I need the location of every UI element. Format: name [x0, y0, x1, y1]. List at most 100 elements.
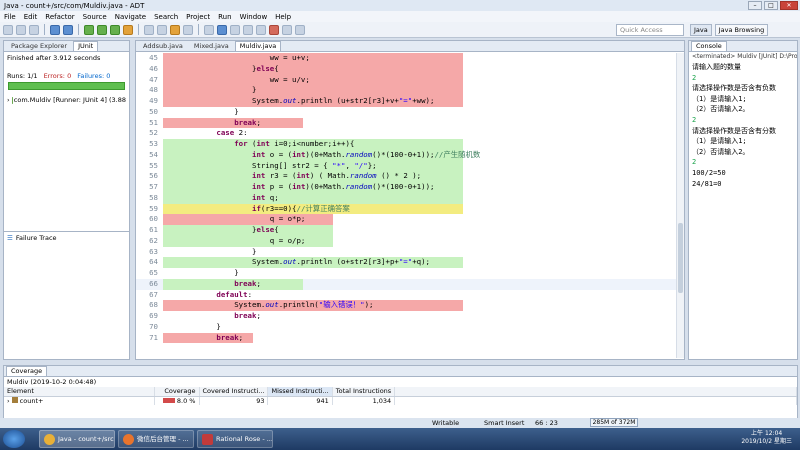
menu-source[interactable]: Source [83, 13, 107, 21]
search-icon[interactable] [183, 24, 193, 35]
toggle-mark-icon[interactable] [204, 24, 214, 35]
menu-file[interactable]: File [4, 13, 16, 21]
code-line[interactable]: 56 int r3 = (int) ( Math.random () * 2 )… [136, 171, 684, 182]
console-line: （1）是请输入1; [692, 94, 747, 103]
next-annotation-icon[interactable] [243, 24, 253, 35]
new-icon[interactable] [3, 24, 13, 35]
firefox-icon [123, 433, 134, 445]
code-line[interactable]: 45 ww = u+v; [136, 53, 684, 64]
code-line[interactable]: 46 }else{ [136, 63, 684, 75]
code-line[interactable]: 69 break; [136, 311, 684, 322]
menu-search[interactable]: Search [154, 13, 178, 21]
tab-addsub[interactable]: Addsub.java [138, 41, 188, 51]
taskbar-item-browser[interactable]: 微信后台管理 - ... [118, 430, 194, 448]
new-package-icon[interactable] [144, 24, 154, 35]
code-line[interactable]: 71 break; [136, 332, 684, 344]
quick-access-input[interactable]: Quick Access [616, 24, 684, 36]
open-type-icon[interactable] [170, 24, 180, 35]
col-missed[interactable]: Missed Instructi... [267, 387, 333, 397]
line-number: 55 [149, 160, 158, 170]
code-text: int p = (int)(0+Math.random()*(100-0+1))… [252, 182, 435, 191]
code-line[interactable]: 60 q = o*p; [136, 214, 684, 225]
code-line[interactable]: 65 } [136, 268, 684, 279]
col-covered[interactable]: Covered Instructi... [199, 387, 269, 397]
last-edit-icon[interactable] [269, 24, 279, 35]
debug-icon[interactable] [84, 24, 94, 35]
tab-muldiv[interactable]: Muldiv.java [234, 41, 282, 51]
minimize-button[interactable]: – [748, 1, 762, 10]
line-number: 48 [149, 85, 158, 95]
tab-console[interactable]: Console [691, 41, 727, 51]
toggle-block-icon[interactable] [217, 24, 227, 35]
code-line[interactable]: 63 } [136, 247, 684, 258]
col-total[interactable]: Total Instructions [332, 387, 396, 397]
status-bar: Writable Smart Insert 66 : 23 [0, 418, 800, 428]
col-coverage[interactable]: Coverage [154, 387, 200, 397]
forward-icon[interactable] [295, 24, 305, 35]
code-line[interactable]: 50 } [136, 107, 684, 118]
code-line[interactable]: 66 break; [136, 278, 684, 290]
table-row[interactable]: › count+ 8.0 % 93 941 1,034 [4, 396, 797, 405]
code-line[interactable]: 51 break; [136, 117, 684, 129]
code-line[interactable]: 61 }else{ [136, 225, 684, 236]
external-tools-icon[interactable] [123, 24, 133, 35]
tab-coverage[interactable]: Coverage [6, 366, 48, 376]
back-icon[interactable] [282, 24, 292, 35]
prev-annotation-icon[interactable] [256, 24, 266, 35]
avd-manager-icon[interactable] [63, 24, 73, 35]
code-line[interactable]: 57 int p = (int)(0+Math.random()*(100-0+… [136, 182, 684, 193]
code-area[interactable]: 45 ww = u+v; 46 }else{47 ww = u/v; 48 } 49 … [136, 53, 684, 358]
code-line[interactable]: 68 System.out.println("输入错误！"); [136, 300, 684, 311]
coverage-run-icon[interactable] [110, 24, 120, 35]
code-line[interactable]: 52 case 2: [136, 128, 684, 139]
code-line[interactable]: 55 String[] str2 = { "*", "/"}; [136, 160, 684, 172]
tab-junit[interactable]: JUnit [73, 41, 99, 51]
taskbar-item-java[interactable]: Java - count+/src... [39, 430, 115, 448]
close-button[interactable]: ✕ [780, 1, 798, 10]
system-clock[interactable]: 上午 12:04 2019/10/2 星期三 [741, 430, 792, 446]
menu-run[interactable]: Run [218, 13, 231, 21]
menu-refactor[interactable]: Refactor [45, 13, 74, 21]
heap-status[interactable]: 285M of 372M [590, 418, 638, 427]
tab-package-explorer[interactable]: Package Explorer [6, 41, 72, 51]
run-icon[interactable] [97, 24, 107, 35]
show-whitespace-icon[interactable] [230, 24, 240, 35]
console-line: 请输入题的数量 [692, 63, 741, 71]
code-text: break; [216, 332, 244, 342]
code-line[interactable]: 64 System.out.println (o+str2[r3]+p+"="+… [136, 257, 684, 268]
perspective-java-browsing[interactable]: Java Browsing [714, 24, 769, 36]
print-icon[interactable] [29, 24, 39, 35]
code-line[interactable]: 70 } [136, 322, 684, 333]
start-button[interactable] [3, 430, 25, 448]
taskbar-item-rose[interactable]: Rational Rose - ... [197, 430, 273, 448]
tab-mixed[interactable]: Mixed.java [189, 41, 234, 51]
menu-window[interactable]: Window [240, 13, 268, 21]
menu-edit[interactable]: Edit [24, 13, 38, 21]
code-text: q = o*p; [163, 214, 306, 224]
expand-icon[interactable]: › [7, 96, 10, 104]
code-line[interactable]: 54 int o = (int)(0+Math.random()*(100-0+… [136, 149, 684, 161]
code-line[interactable]: 48 } [136, 85, 684, 96]
code-text: break; [234, 117, 261, 127]
status-cursor-position: 66 : 23 [535, 419, 558, 427]
code-line[interactable]: 47 ww = u/v; [136, 74, 684, 86]
editor-scrollbar[interactable] [676, 53, 684, 358]
maximize-button[interactable]: □ [764, 1, 778, 10]
code-line[interactable]: 49 System.out.println (u+str2[r3]+v+"="+… [136, 96, 684, 107]
code-line[interactable]: 59 if(r3==0){//计算正确答案 [136, 203, 684, 215]
test-tree-item[interactable]: › com.Muldiv [Runner: JUnit 4] (3.88 [4, 90, 129, 110]
menu-project[interactable]: Project [186, 13, 210, 21]
col-element[interactable]: Element [4, 387, 155, 397]
code-line[interactable]: 53 for (int i=0;i<number;i++){ [136, 139, 684, 150]
save-icon[interactable] [16, 24, 26, 35]
sdk-manager-icon[interactable] [50, 24, 60, 35]
new-class-icon[interactable] [157, 24, 167, 35]
code-line[interactable]: 67 default: [136, 290, 684, 301]
line-number: 46 [149, 63, 158, 73]
code-line[interactable]: 62 q = o/p; [136, 235, 684, 247]
menu-navigate[interactable]: Navigate [115, 13, 146, 21]
perspective-java[interactable]: Java [690, 24, 712, 36]
code-text: break; [234, 311, 261, 320]
menu-help[interactable]: Help [275, 13, 291, 21]
code-line[interactable]: 58 int q; [136, 192, 684, 204]
